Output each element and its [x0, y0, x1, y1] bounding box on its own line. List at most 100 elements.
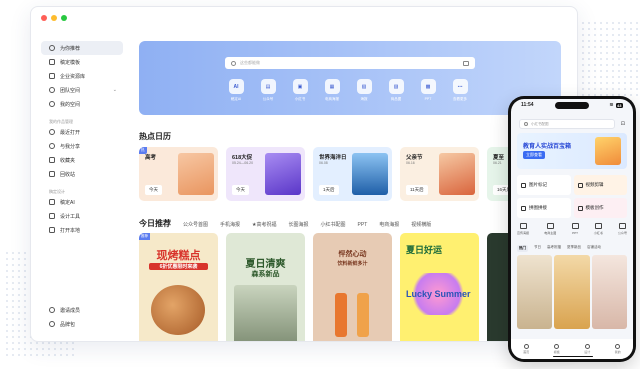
tab-long-poster[interactable]: 长图海报 [289, 221, 309, 228]
sidebar-item-label: 设计工具 [60, 213, 81, 220]
category-poster[interactable]: 宣传海报 [517, 223, 529, 235]
tab-gaokao[interactable]: 高考祝福 [547, 245, 561, 252]
tool-card-video-edit[interactable]: 视频剪辑 [573, 175, 627, 195]
sidebar-item-enterprise-library[interactable]: 企业资源库 [31, 69, 127, 83]
poster-card[interactable]: 夏日清爽 森系新品 [226, 233, 305, 341]
calendar-card[interactable]: 父亲节 06.16 11天后 [400, 147, 479, 201]
tools-icon [49, 213, 55, 219]
tool-card-image-mark[interactable]: 图片标记 [517, 175, 571, 195]
bottle-image [357, 293, 369, 337]
tab-ecommerce[interactable]: 电商海报 [379, 221, 399, 228]
poster-card[interactable]: 推荐 现烤糕点 6折优惠限时来袭 [139, 233, 218, 341]
sidebar-item-ai[interactable]: 稿定AI [31, 195, 127, 209]
calendar-card[interactable]: 世界海洋日 06.08 1天后 [313, 147, 392, 201]
quick-entry-wechat[interactable]: ▤ 公众号 [259, 79, 277, 102]
quick-entry-product[interactable]: ▨ 商品图 [387, 79, 405, 102]
calendar-card-image [265, 153, 301, 195]
sidebar-item-favorites[interactable]: 收藏夹 [31, 153, 127, 167]
sidebar-item-label: 我的空间 [60, 101, 81, 108]
tab-summer[interactable]: 夏季新品 [567, 245, 581, 252]
nav-label: 模板 [553, 350, 560, 354]
calendar-card[interactable]: 热 高考 今天 [139, 147, 218, 201]
phone-search-input[interactable]: 小红书配图 [531, 122, 610, 127]
quick-entry-xiaohongshu[interactable]: ▣ 小红书 [291, 79, 309, 102]
design-icon [584, 344, 590, 349]
phone-mockup: 11:54 ≋ 43 小红书配图 ⊡ 教育人实战百宝箱 立即查看 图片标记 视频… [508, 96, 636, 362]
tab-festival[interactable]: 节日 [534, 245, 541, 252]
poster-grid: 推荐 现烤糕点 6折优惠限时来袭 夏日清爽 森系新品 怦然心动 饮料新鲜多汁 夏… [139, 233, 517, 341]
nav-mine[interactable]: 我的 [615, 344, 621, 354]
poster-subtitle: 饮料新鲜多汁 [337, 261, 368, 267]
phone-promo-banner[interactable]: 教育人实战百宝箱 立即查看 [517, 133, 627, 169]
tool-card-label: 拼图拼接 [529, 205, 547, 210]
quick-entry-label: 查看更多 [453, 97, 467, 101]
sidebar-item-label: 打开本地 [60, 227, 81, 234]
tab-hot[interactable]: 热门 [517, 245, 528, 252]
shop-icon: ▦ [324, 79, 340, 94]
nav-templates[interactable]: 模板 [554, 344, 560, 354]
article-icon [618, 223, 626, 229]
sidebar-item-label: 邀请成员 [60, 307, 81, 314]
scan-icon[interactable]: ⊡ [621, 121, 625, 127]
sidebar-item-my-space[interactable]: 我的空间 [31, 97, 127, 111]
poster-card[interactable]: 怦然心动 饮料新鲜多汁 [313, 233, 392, 341]
template-icon [49, 59, 55, 65]
category-ecommerce[interactable]: 电商主图 [544, 223, 556, 235]
recommend-badge: 推荐 [139, 233, 150, 240]
category-xiaohongshu[interactable]: 小红书 [594, 223, 603, 235]
category-wechat[interactable]: 公众号 [618, 223, 627, 235]
tab-gaokao[interactable]: ★高考祝福 [252, 221, 276, 228]
pastry-image [151, 285, 205, 335]
tab-mobile-poster[interactable]: 手机海报 [220, 221, 240, 228]
search-input[interactable]: 这些都能做 [240, 60, 459, 66]
team-icon [49, 87, 55, 93]
tab-store-activity[interactable]: 店铺活动 [587, 245, 601, 252]
bottle-image [335, 293, 347, 337]
brand-icon [49, 321, 55, 327]
quick-entry-ppt[interactable]: ▩ PPT [419, 79, 437, 102]
calendar-card-name: 618大促 [232, 155, 253, 161]
tab-ppt[interactable]: PPT [358, 222, 368, 228]
search-bar[interactable]: 这些都能做 [225, 57, 475, 69]
chevron-down-icon[interactable]: ⌄ [113, 87, 117, 93]
poster-card[interactable]: 夏日好运 Lucky Summer [400, 233, 479, 341]
nav-home[interactable]: 首页 [523, 344, 529, 354]
quick-entry-ai[interactable]: AI 稿定AI [227, 79, 245, 102]
sidebar-item-label: 收藏夹 [60, 157, 76, 164]
category-ppt[interactable]: PPT [571, 223, 579, 235]
sidebar-item-trash[interactable]: 回收站 [31, 167, 127, 181]
library-icon [49, 73, 55, 79]
product-icon: ▨ [388, 79, 404, 94]
tool-card-template-create[interactable]: 模板创作 [573, 198, 627, 218]
sidebar-item-design-tools[interactable]: 设计工具 [31, 209, 127, 223]
tab-xiaohongshu[interactable]: 小红书配图 [321, 221, 346, 228]
category-label: 小红书 [593, 231, 603, 235]
sidebar-item-brand-kit[interactable]: 品牌包 [31, 317, 127, 331]
quick-entry-more[interactable]: ⋯ 查看更多 [451, 79, 469, 102]
calendar-title: 热点日历 [139, 132, 171, 141]
nav-design[interactable]: 设计 [584, 344, 590, 354]
template-thumbnail[interactable] [554, 255, 590, 329]
quick-entry-poster[interactable]: ▧ 海报 [355, 79, 373, 102]
tab-video[interactable]: 视频横版 [411, 221, 431, 228]
sidebar-item-recommend[interactable]: 为你推荐 [41, 41, 123, 55]
phone-search-bar[interactable]: 小红书配图 [519, 119, 615, 129]
sidebar-item-recent[interactable]: 最近打开 [31, 125, 127, 139]
sidebar-item-open-local[interactable]: 打开本地 [31, 223, 127, 237]
user-icon [49, 101, 55, 107]
nav-label: 设计 [584, 350, 591, 354]
recommend-title[interactable]: 今日推荐 [139, 218, 171, 229]
template-thumbnail[interactable] [517, 255, 553, 329]
quick-entry-ecommerce[interactable]: ▦ 电商海报 [323, 79, 341, 102]
promo-button[interactable]: 立即查看 [523, 151, 545, 159]
image-search-icon[interactable] [463, 60, 469, 66]
tool-card-collage[interactable]: 拼图拼接 [517, 198, 571, 218]
template-thumbnail[interactable] [591, 255, 627, 329]
tab-wechat-cover[interactable]: 公众号首图 [183, 221, 208, 228]
calendar-card[interactable]: 618大促 05.24—06.20 今天 [226, 147, 305, 201]
sidebar-item-templates[interactable]: 稿定模板 [31, 55, 127, 69]
sidebar-item-team-space[interactable]: 团队空间 ⌄ [31, 83, 127, 97]
sidebar-item-shared[interactable]: 与我分享 [31, 139, 127, 153]
sidebar-item-invite[interactable]: 邀请成员 [31, 303, 127, 317]
poster-subtitle: 森系新品 [251, 271, 280, 278]
